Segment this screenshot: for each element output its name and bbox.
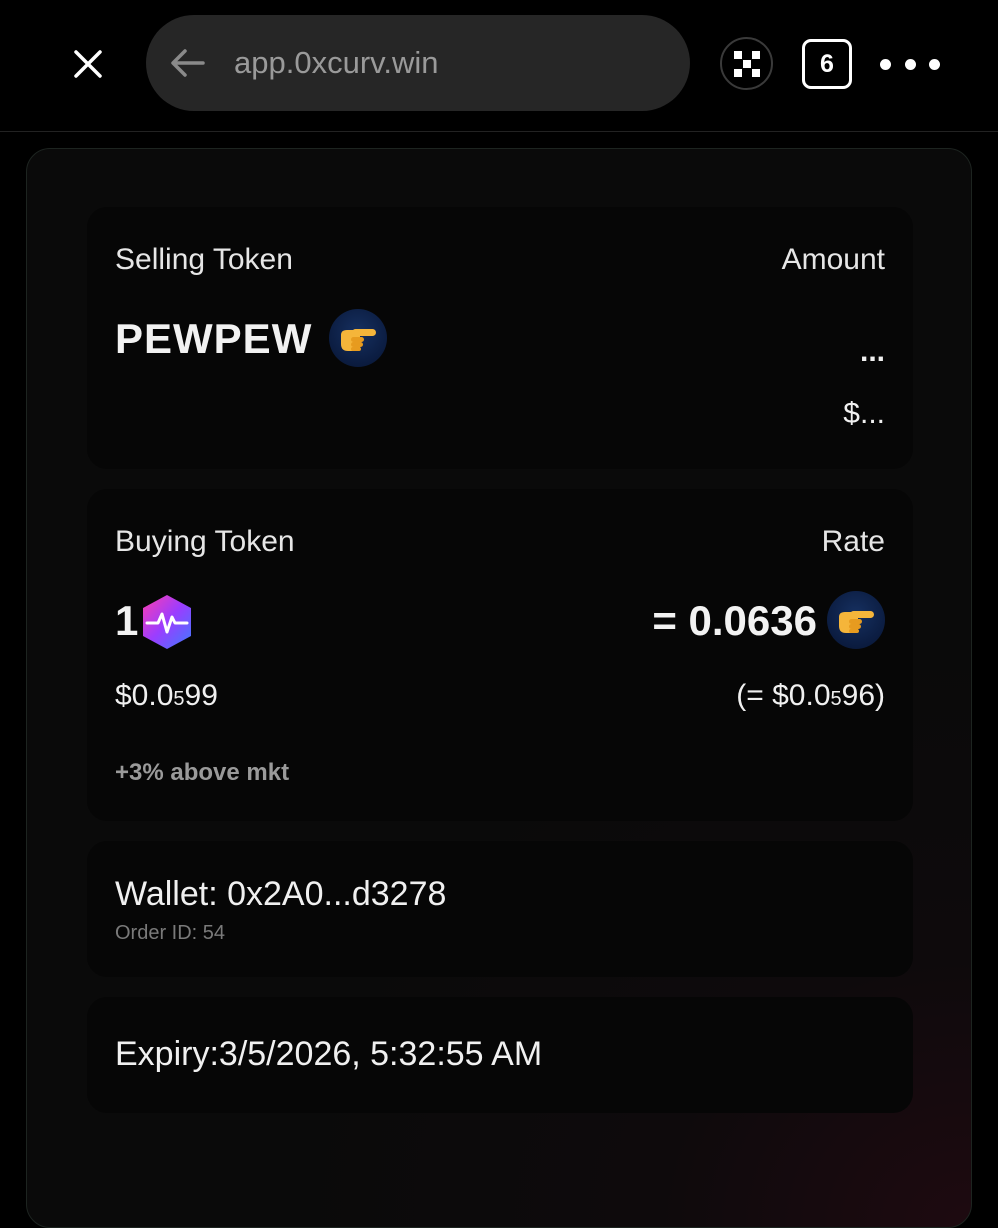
more-dot-icon — [904, 58, 916, 70]
wallet-card: Wallet: 0x2A0...d3278 Order ID: 54 — [87, 841, 913, 977]
buying-usd-value: $0.0599 — [115, 679, 218, 713]
usd-prefix: $0.0 — [115, 679, 174, 712]
browser-toolbar: app.0xcurv.win 6 — [0, 0, 998, 132]
rate-value: = 0.0636 — [652, 597, 817, 644]
order-panel: Selling Token Amount PEWPEW ... $... Buy… — [26, 148, 972, 1228]
back-arrow-icon — [171, 49, 205, 77]
selling-card: Selling Token Amount PEWPEW ... $... — [87, 207, 913, 469]
buying-card: Buying Token Rate 1 = 0.0636 $0.0599 (= … — [87, 489, 913, 821]
okx-logo-icon — [733, 50, 760, 77]
more-dot-icon — [880, 58, 891, 70]
pointing-hand-icon — [839, 611, 874, 633]
amount-value: ... — [859, 335, 885, 368]
amount-label: Amount — [781, 243, 885, 276]
pointing-hand-icon — [341, 329, 376, 351]
okx-button[interactable] — [720, 37, 773, 90]
rate-usd-value: (= $0.0596) — [736, 679, 885, 713]
buying-token-label: Buying Token — [115, 525, 295, 558]
close-button[interactable] — [66, 42, 110, 86]
expiry-text: Expiry:3/5/2026, 5:32:55 AM — [115, 1035, 543, 1073]
tabs-button[interactable]: 6 — [802, 39, 852, 89]
usd-zero-count: 5 — [173, 688, 185, 710]
rate-usd-suffix: 96) — [841, 679, 885, 712]
url-bar[interactable]: app.0xcurv.win — [146, 15, 690, 111]
rate-usd-zero-count: 5 — [830, 688, 842, 710]
wallet-address: Wallet: 0x2A0...d3278 — [115, 875, 447, 913]
more-menu-button[interactable] — [880, 46, 940, 82]
order-id: Order ID: 54 — [115, 922, 226, 944]
url-text: app.0xcurv.win — [234, 45, 439, 80]
rate-token-icon — [827, 591, 885, 649]
selling-token-name: PEWPEW — [115, 315, 313, 362]
pulse-hexagon-icon — [143, 595, 191, 649]
expiry-card: Expiry:3/5/2026, 5:32:55 AM — [87, 997, 913, 1113]
amount-usd-value: $... — [843, 397, 885, 430]
rate-usd-prefix: (= $0.0 — [736, 679, 831, 712]
tab-count: 6 — [820, 49, 834, 78]
above-market-text: +3% above mkt — [115, 759, 290, 786]
back-button[interactable] — [170, 45, 206, 81]
selling-token-label: Selling Token — [115, 243, 293, 276]
close-icon — [74, 50, 102, 78]
usd-suffix: 99 — [184, 679, 218, 712]
pewpew-token-icon — [329, 309, 387, 367]
more-dot-icon — [929, 58, 940, 70]
rate-label: Rate — [821, 525, 885, 558]
buying-amount: 1 — [115, 597, 140, 644]
